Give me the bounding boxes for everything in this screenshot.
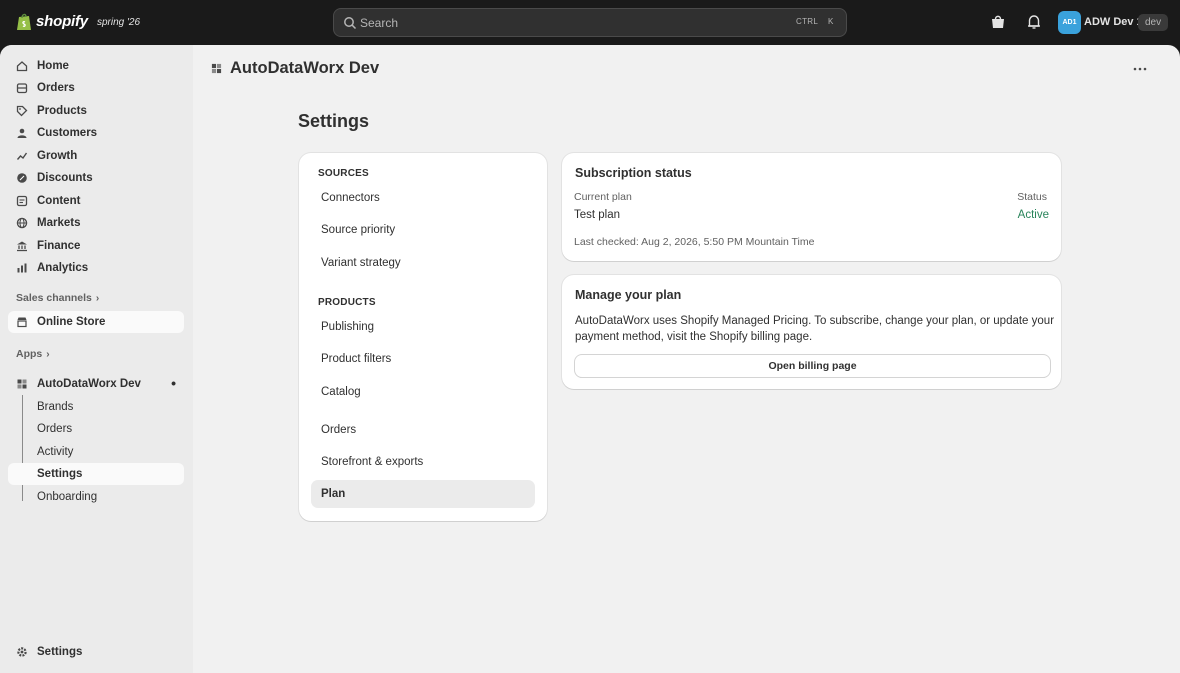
globe-icon (16, 217, 28, 229)
sidebar-item-analytics[interactable]: Analytics (8, 257, 184, 279)
sidebar-item-label: AutoDataWorx Dev (37, 378, 141, 390)
more-actions-icon[interactable] (1132, 61, 1148, 77)
sidebar-item-orders[interactable]: Orders (8, 77, 184, 99)
menu-variant-strategy[interactable]: Variant strategy (311, 249, 535, 277)
edition-label: spring '26 (97, 17, 141, 28)
sidebar-subitem-brands[interactable]: Brands (8, 396, 184, 418)
apps-heading[interactable]: Apps › (16, 348, 50, 360)
apps-label: Apps (16, 348, 43, 360)
sidebar-subitem-settings[interactable]: Settings (8, 463, 184, 485)
sources-heading: SOURCES (318, 168, 369, 179)
shortcut-ctrl: CTRL (796, 17, 819, 26)
gear-icon (17, 647, 27, 657)
sidebar-item-label: Orders (37, 82, 75, 94)
sidebar-item-label: Content (37, 195, 81, 207)
menu-connectors[interactable]: Connectors (311, 184, 535, 212)
sidebar-item-label: Products (37, 105, 87, 117)
menu-publishing[interactable]: Publishing (311, 313, 535, 341)
store-name[interactable]: ADW Dev 1 (1084, 16, 1143, 28)
sidebar-item-label: Markets (37, 217, 81, 229)
menu-orders[interactable]: Orders (311, 416, 535, 444)
sidebar-subitem-onboarding[interactable]: Onboarding (8, 486, 184, 508)
shopify-bag-icon (17, 13, 31, 30)
orders-icon (16, 83, 28, 94)
discount-icon (17, 173, 27, 183)
manage-plan-description: AutoDataWorx uses Shopify Managed Pricin… (575, 315, 1055, 343)
search-placeholder: Search (360, 16, 399, 30)
search-bar[interactable]: Search CTRL K (333, 8, 847, 37)
last-checked-text: Last checked: Aug 2, 2026, 5:50 PM Mount… (574, 236, 815, 248)
storefront-icon (17, 317, 27, 328)
tag-icon (16, 105, 28, 117)
sidebar-item-app[interactable]: AutoDataWorx Dev • (8, 373, 184, 395)
menu-storefront-exports[interactable]: Storefront & exports (311, 448, 535, 476)
manage-plan-card: Manage your plan AutoDataWorx uses Shopi… (562, 275, 1061, 389)
sidebar: Home Orders Products Customers Growth Di… (0, 45, 193, 673)
bell-icon[interactable] (1025, 13, 1043, 31)
shopify-logo[interactable]: shopify (16, 12, 88, 31)
current-plan-label: Current plan (574, 191, 632, 203)
avatar[interactable]: AD1 (1058, 11, 1081, 34)
subscription-status-card: Subscription status Current plan Test pl… (562, 153, 1061, 261)
sidebar-item-home[interactable]: Home (8, 55, 184, 77)
store-bag-icon[interactable] (989, 13, 1007, 31)
menu-plan[interactable]: Plan (311, 480, 535, 508)
chevron-right-icon: › (95, 292, 100, 304)
sidebar-item-discounts[interactable]: Discounts (8, 167, 184, 189)
app-more-icon[interactable]: • (171, 375, 176, 391)
sidebar-item-label: Customers (37, 127, 98, 139)
content-icon (16, 195, 28, 207)
menu-catalog[interactable]: Catalog (311, 378, 535, 406)
person-icon (17, 128, 27, 138)
sidebar-item-products[interactable]: Products (8, 100, 184, 122)
sidebar-item-content[interactable]: Content (8, 190, 184, 212)
top-bar: shopify spring '26 Search CTRL K AD1 ADW… (0, 0, 1180, 45)
shortcut-key: K (828, 17, 834, 26)
app-header: AutoDataWorx Dev (211, 59, 379, 78)
sidebar-item-finance[interactable]: Finance (8, 235, 184, 257)
chart-icon (16, 152, 28, 160)
current-plan-value: Test plan (574, 209, 621, 221)
sidebar-item-label: Growth (37, 150, 78, 162)
bank-icon (17, 241, 27, 252)
sidebar-item-growth[interactable]: Growth (8, 145, 184, 167)
status-label: Status (1017, 191, 1047, 203)
manage-plan-title: Manage your plan (575, 288, 682, 302)
settings-menu-card: SOURCES Connectors Source priority Varia… (299, 153, 547, 521)
sidebar-item-online-store[interactable]: Online Store (8, 311, 184, 333)
dev-badge: dev (1138, 14, 1169, 31)
sidebar-item-label: Settings (37, 646, 83, 658)
menu-source-priority[interactable]: Source priority (311, 216, 535, 244)
products-heading: PRODUCTS (318, 297, 376, 308)
sidebar-item-label: Online Store (37, 316, 106, 328)
sales-channels-heading[interactable]: Sales channels › (16, 292, 99, 304)
search-icon (344, 17, 357, 30)
chevron-right-icon: › (46, 348, 50, 360)
sidebar-item-label: Finance (37, 240, 81, 252)
app-icon (17, 379, 27, 389)
sidebar-item-markets[interactable]: Markets (8, 212, 184, 234)
analytics-icon (17, 263, 27, 273)
sidebar-item-label: Analytics (37, 262, 89, 274)
sidebar-item-label: Home (37, 60, 69, 72)
app-title: AutoDataWorx Dev (230, 59, 380, 77)
sidebar-subitem-orders[interactable]: Orders (8, 418, 184, 440)
status-badge: Active (1017, 209, 1049, 221)
sidebar-item-customers[interactable]: Customers (8, 122, 184, 144)
sidebar-subitem-activity[interactable]: Activity (8, 441, 184, 463)
subscription-title: Subscription status (575, 166, 692, 180)
home-icon (16, 61, 28, 72)
app-icon (211, 63, 222, 74)
sidebar-item-label: Discounts (37, 172, 93, 184)
open-billing-page-button[interactable]: Open billing page (575, 355, 1050, 377)
admin-frame: Home Orders Products Customers Growth Di… (0, 45, 1180, 673)
page-title: Settings (298, 111, 370, 131)
sidebar-item-settings[interactable]: Settings (8, 641, 184, 663)
menu-product-filters[interactable]: Product filters (311, 345, 535, 373)
sales-channels-label: Sales channels (16, 292, 92, 304)
brand-name: shopify (36, 13, 88, 30)
